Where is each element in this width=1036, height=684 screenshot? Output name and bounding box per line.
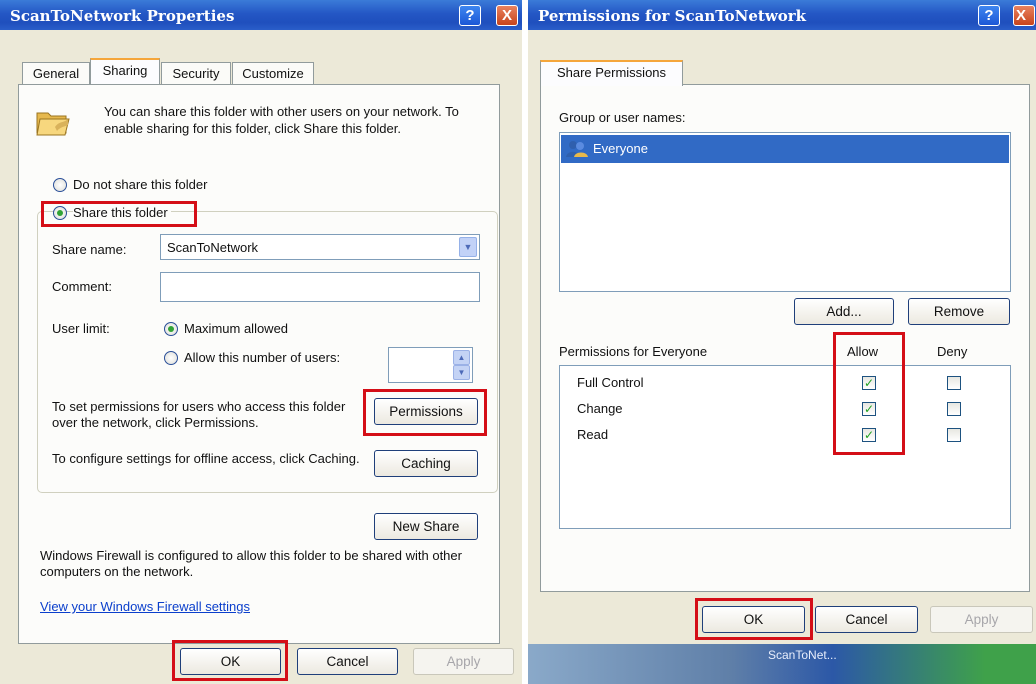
no-share-label[interactable]: Do not share this folder xyxy=(73,177,207,192)
share-name-label: Share name: xyxy=(52,242,127,257)
apply-button: Apply xyxy=(413,648,514,675)
caching-hint-text: To configure settings for offline access… xyxy=(52,451,360,466)
share-name-value: ScanToNetwork xyxy=(167,240,259,255)
share-permissions-panel: Group or user names: Everyone Add... Rem… xyxy=(540,84,1030,592)
help-button[interactable]: ? xyxy=(459,5,481,26)
perm-cancel-button[interactable]: Cancel xyxy=(815,606,918,633)
user-list[interactable]: Everyone xyxy=(559,132,1011,292)
taskbar-item-text[interactable]: ScanToNet... xyxy=(768,648,837,662)
user-group-icon xyxy=(566,141,588,157)
perm-window-title: Permissions for ScanToNetwork xyxy=(538,7,807,25)
perm-apply-button: Apply xyxy=(930,606,1033,633)
deny-checkbox[interactable] xyxy=(947,402,961,416)
allow-number-radio[interactable] xyxy=(164,351,178,365)
user-count-stepper[interactable]: ▲ ▼ xyxy=(388,347,473,383)
deny-checkbox[interactable] xyxy=(947,376,961,390)
highlight-perm-ok-button xyxy=(695,598,813,640)
allow-number-label[interactable]: Allow this number of users: xyxy=(184,350,340,365)
maximum-allowed-radio[interactable] xyxy=(164,322,178,336)
cancel-button[interactable]: Cancel xyxy=(297,648,398,675)
tab-general[interactable]: General xyxy=(22,62,90,84)
tab-share-permissions[interactable]: Share Permissions xyxy=(540,60,683,86)
properties-dialog: ScanToNetwork Properties ? X General Sha… xyxy=(0,0,522,684)
permissions-hint-text: To set permissions for users who access … xyxy=(52,399,346,430)
permissions-header: Permissions for Everyone xyxy=(559,344,708,359)
perm-close-icon[interactable]: X xyxy=(1016,7,1026,24)
highlight-permissions-button xyxy=(363,389,487,436)
comment-label: Comment: xyxy=(52,279,112,294)
tab-security[interactable]: Security xyxy=(161,62,231,84)
list-item[interactable]: Everyone xyxy=(561,135,1009,163)
permission-name: Read xyxy=(577,427,609,442)
add-button[interactable]: Add... xyxy=(794,298,894,325)
window-title: ScanToNetwork Properties xyxy=(10,7,235,25)
spin-up-icon[interactable]: ▲ xyxy=(453,350,470,365)
group-users-label: Group or user names: xyxy=(559,110,686,125)
sharing-panel: You can share this folder with other use… xyxy=(18,84,500,644)
highlight-ok-button xyxy=(172,640,288,681)
highlight-allow-column xyxy=(833,332,905,455)
deny-checkbox[interactable] xyxy=(947,428,961,442)
highlight-share-option xyxy=(41,201,197,227)
tab-customize[interactable]: Customize xyxy=(232,62,314,84)
maximum-allowed-label[interactable]: Maximum allowed xyxy=(184,321,288,336)
new-share-button[interactable]: New Share xyxy=(374,513,478,540)
no-share-radio[interactable] xyxy=(53,178,67,192)
permissions-dialog: Permissions for ScanToNetwork ? Share Pe… xyxy=(528,0,1036,644)
desktop-background: ScanToNet... xyxy=(528,644,1036,684)
firewall-text: Windows Firewall is configured to allow … xyxy=(40,548,462,579)
close-button[interactable]: X xyxy=(496,5,518,26)
perm-help-button[interactable]: ? xyxy=(978,5,1000,26)
title-bar[interactable]: ScanToNetwork Properties ? X xyxy=(0,0,522,30)
firewall-settings-link[interactable]: View your Windows Firewall settings xyxy=(40,599,250,614)
tab-sharing[interactable]: Sharing xyxy=(90,58,160,84)
remove-button[interactable]: Remove xyxy=(908,298,1010,325)
share-name-select[interactable]: ScanToNetwork ▼ xyxy=(160,234,480,260)
spin-down-icon[interactable]: ▼ xyxy=(453,365,470,380)
chevron-down-icon[interactable]: ▼ xyxy=(459,237,477,257)
shared-folder-icon xyxy=(36,112,70,136)
permission-name: Change xyxy=(577,401,623,416)
perm-title-bar[interactable]: Permissions for ScanToNetwork ? xyxy=(528,0,1036,30)
caching-button[interactable]: Caching xyxy=(374,450,478,477)
deny-header: Deny xyxy=(937,344,968,359)
comment-field[interactable] xyxy=(160,272,480,302)
user-limit-label: User limit: xyxy=(52,321,110,336)
sharing-intro-text: You can share this folder with other use… xyxy=(104,104,459,136)
user-name: Everyone xyxy=(593,141,648,156)
permission-name: Full Control xyxy=(577,375,644,390)
